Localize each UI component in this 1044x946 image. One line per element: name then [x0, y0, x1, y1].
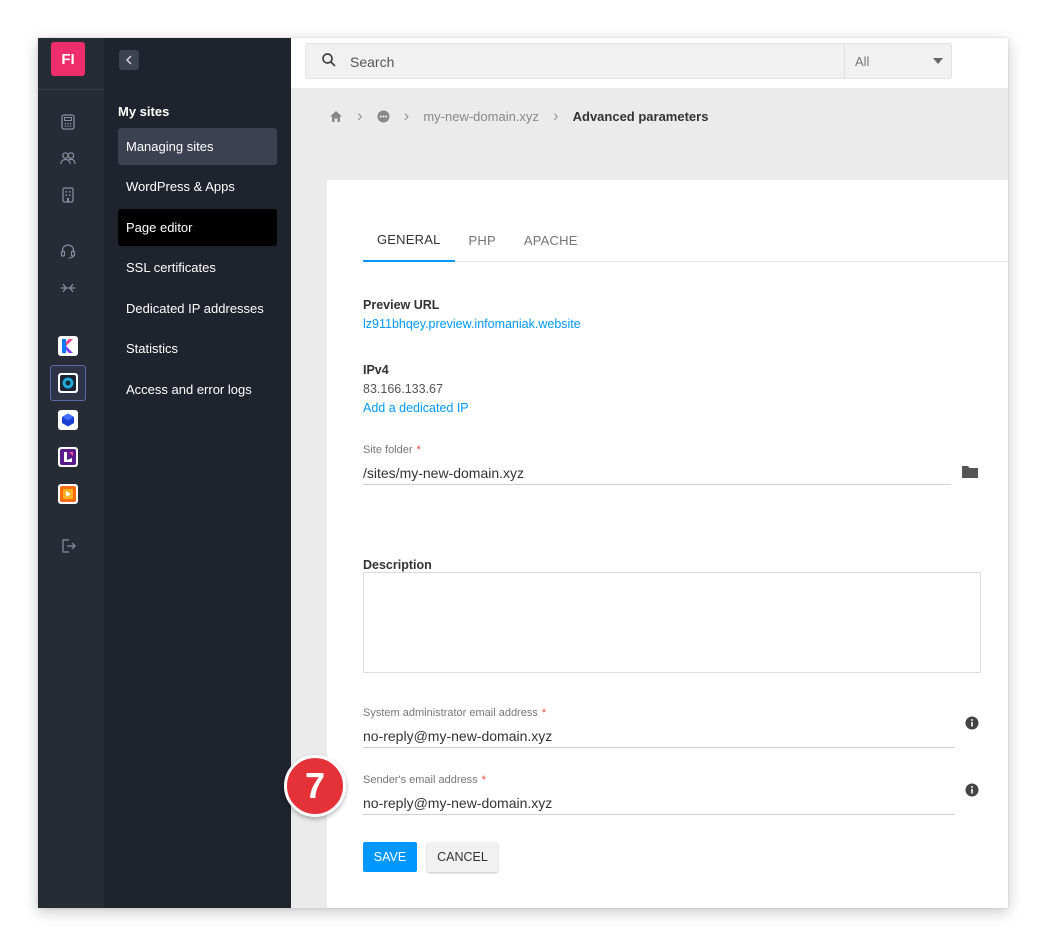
- description-textarea[interactable]: [363, 572, 981, 673]
- menu-item-dedicated-ip[interactable]: Dedicated IP addresses: [118, 290, 277, 327]
- streaming-app-icon[interactable]: [58, 484, 78, 504]
- ipv4-label: IPv4: [363, 363, 389, 377]
- save-button[interactable]: SAVE: [363, 842, 417, 872]
- required-mark: *: [541, 707, 547, 719]
- caret-down-icon: [933, 58, 943, 64]
- top-bar: All: [291, 38, 1008, 88]
- screenshot-stage: FI My sites Managing sites WordPress & A…: [0, 0, 1044, 946]
- preview-url-link[interactable]: lz911bhqey.preview.infomaniak.website: [363, 317, 581, 331]
- add-dedicated-ip-link[interactable]: Add a dedicated IP: [363, 401, 469, 415]
- tab-bar: GENERAL PHP APACHE: [363, 218, 1008, 262]
- cancel-button[interactable]: CANCEL: [427, 842, 498, 872]
- chevron-left-icon: [126, 55, 132, 65]
- kmeet-app-icon[interactable]: [58, 447, 78, 467]
- menu-item-ssl-certificates[interactable]: SSL certificates: [118, 249, 277, 286]
- sender-email-input[interactable]: [363, 791, 955, 815]
- admin-email-input[interactable]: [363, 724, 955, 748]
- web-hosting-app-icon[interactable]: [58, 373, 78, 393]
- admin-email-label: System administrator email address *: [363, 707, 547, 719]
- menu-item-page-editor[interactable]: Page editor: [118, 209, 277, 246]
- info-icon[interactable]: [965, 783, 979, 797]
- search-scope-value: All: [855, 53, 870, 69]
- search-icon[interactable]: [321, 52, 337, 68]
- info-icon[interactable]: [965, 716, 979, 730]
- chevron-right-icon: ›: [357, 106, 363, 125]
- search-input[interactable]: [350, 52, 830, 72]
- tab-php[interactable]: PHP: [455, 218, 510, 262]
- ipv4-value: 83.166.133.67: [363, 382, 443, 396]
- breadcrumb-domain[interactable]: my-new-domain.xyz: [423, 109, 539, 124]
- breadcrumb-current: Advanced parameters: [572, 108, 709, 124]
- org-avatar[interactable]: FI: [51, 42, 85, 76]
- icon-rail: FI: [38, 38, 104, 908]
- app-window: FI My sites Managing sites WordPress & A…: [38, 38, 1008, 908]
- kdrive-app-icon[interactable]: [58, 336, 78, 356]
- folder-icon[interactable]: [961, 464, 979, 479]
- sidebar-menu: My sites Managing sites WordPress & Apps…: [104, 38, 291, 908]
- rail-header: FI: [38, 38, 104, 90]
- tab-apache[interactable]: APACHE: [510, 218, 592, 262]
- menu-item-access-error-logs[interactable]: Access and error logs: [118, 371, 277, 408]
- tab-general[interactable]: GENERAL: [363, 218, 455, 262]
- more-options-icon[interactable]: [377, 110, 390, 123]
- step-number-badge: 7: [284, 755, 346, 817]
- site-folder-label: Site folder *: [363, 444, 421, 456]
- chevron-right-icon: ›: [552, 106, 559, 125]
- menu-item-statistics[interactable]: Statistics: [118, 330, 277, 367]
- logout-icon[interactable]: [57, 536, 79, 556]
- search-scope-select[interactable]: All: [844, 44, 951, 78]
- menu-item-managing-sites[interactable]: Managing sites: [118, 128, 277, 165]
- preview-url-label: Preview URL: [363, 298, 440, 312]
- headset-icon[interactable]: [57, 241, 79, 261]
- chevron-right-icon: ›: [403, 106, 410, 125]
- site-folder-input[interactable]: [363, 461, 951, 485]
- menu-item-wordpress-apps[interactable]: WordPress & Apps: [118, 168, 277, 205]
- main-content: › › my-new-domain.xyz › Advanced paramet…: [291, 88, 1008, 908]
- breadcrumb: › › my-new-domain.xyz › Advanced paramet…: [329, 106, 708, 126]
- building-icon[interactable]: [57, 185, 79, 205]
- description-label: Description: [363, 558, 432, 572]
- users-icon[interactable]: [57, 148, 79, 168]
- collapse-sidebar-button[interactable]: [119, 50, 139, 70]
- settings-card: GENERAL PHP APACHE Preview URL lz911bhqe…: [327, 180, 1008, 908]
- network-icon[interactable]: [57, 278, 79, 298]
- menu-section-title: My sites: [118, 104, 170, 119]
- cube-app-icon[interactable]: [58, 410, 78, 430]
- search-bar: All: [305, 43, 952, 79]
- home-icon[interactable]: [329, 110, 343, 123]
- required-mark: *: [481, 774, 486, 786]
- sender-email-label: Sender's email address *: [363, 774, 486, 786]
- required-mark: *: [416, 444, 421, 456]
- calculator-icon[interactable]: [57, 112, 79, 132]
